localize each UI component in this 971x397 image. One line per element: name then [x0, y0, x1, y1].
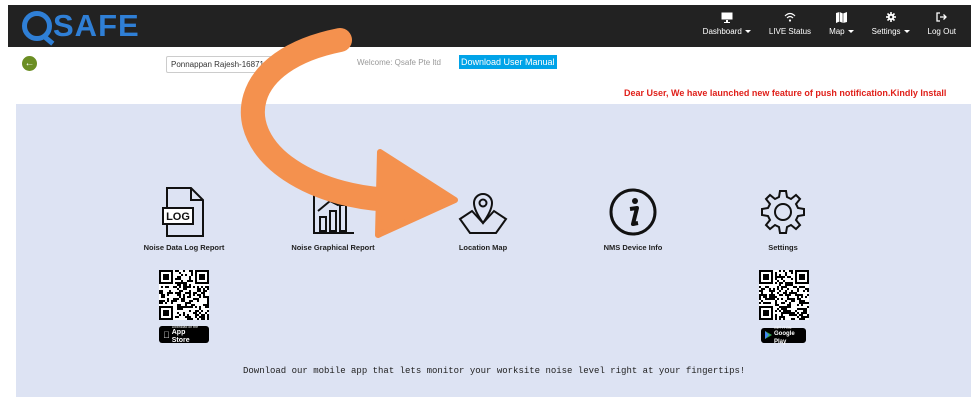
tile-noise-data-log-report[interactable]: LOG Noise Data Log Report — [114, 186, 254, 252]
bar-chart-icon — [263, 186, 403, 238]
ios-app-qr-code — [159, 270, 209, 320]
nav-live-status-label: LIVE Status — [768, 27, 812, 36]
download-manual-button[interactable]: Download User Manual — [459, 55, 557, 69]
arrow-left-icon: ← — [24, 58, 35, 69]
svg-text:LOG: LOG — [166, 211, 190, 223]
nav-logout-label: Log Out — [927, 27, 956, 36]
apple-icon:  — [163, 330, 170, 340]
chevron-down-icon — [744, 30, 751, 34]
app-store-badge-main: App Store — [165, 329, 199, 344]
nav-dashboard-label: Dashboard — [702, 27, 742, 36]
gear-icon — [885, 10, 896, 24]
gear-icon — [713, 186, 853, 238]
log-file-icon: LOG — [114, 186, 254, 238]
chevron-down-icon — [847, 30, 854, 34]
download-app-text: Download our mobile app that lets monito… — [243, 366, 746, 376]
nav-settings[interactable]: Settings — [863, 8, 919, 36]
logo-text: SAFE — [53, 8, 140, 43]
map-icon — [835, 10, 847, 24]
tile-settings[interactable]: Settings — [713, 186, 853, 252]
logo-q-mark — [22, 11, 52, 41]
nav-menu: Dashboard LIVE Status Map Settings Log O… — [694, 8, 965, 44]
user-select-value: Ponnappan Rajesh-16871 — [171, 60, 264, 69]
push-notification-marquee: Dear User, We have launched new feature … — [624, 88, 947, 98]
nav-settings-label: Settings — [871, 27, 901, 36]
nav-dashboard[interactable]: Dashboard — [694, 8, 760, 36]
google-play-icon — [765, 330, 772, 341]
google-play-badge-top: GET IT ON — [774, 325, 792, 330]
welcome-text: Welcome: Qsafe Pte ltd — [357, 58, 441, 67]
back-button[interactable]: ← — [22, 56, 37, 71]
monitor-icon — [721, 10, 733, 24]
tile-label: Location Map — [458, 243, 508, 252]
top-navbar: SAFE Dashboard LIVE Status Map Settings — [8, 5, 971, 47]
nav-map-label: Map — [829, 27, 845, 36]
logout-icon — [936, 10, 948, 24]
qsafe-logo[interactable]: SAFE — [22, 8, 140, 44]
tile-label: Settings — [768, 243, 798, 252]
nav-map[interactable]: Map — [820, 8, 863, 36]
tile-location-map[interactable]: Location Map — [413, 186, 553, 252]
user-select[interactable]: Ponnappan Rajesh-16871 — [166, 56, 272, 73]
tile-noise-graphical-report[interactable]: Noise Graphical Report — [263, 186, 403, 252]
map-pin-icon — [413, 186, 553, 238]
chevron-down-icon — [261, 64, 267, 67]
info-icon — [563, 186, 703, 238]
wifi-icon — [784, 10, 796, 24]
google-play-badge-main: Google Play — [774, 330, 795, 345]
nav-logout[interactable]: Log Out — [919, 8, 965, 36]
google-play-badge[interactable]: GET IT ON Google Play — [761, 325, 806, 345]
tile-nms-device-info[interactable]: NMS Device Info — [563, 186, 703, 252]
nav-live-status[interactable]: LIVE Status — [760, 8, 820, 36]
tile-label: Noise Data Log Report — [143, 243, 225, 252]
tile-label: Noise Graphical Report — [291, 243, 375, 252]
android-app-qr-code — [759, 270, 809, 320]
app-store-badge[interactable]:  Download on the App Store — [159, 325, 209, 344]
chevron-down-icon — [903, 30, 910, 34]
tile-label: NMS Device Info — [603, 243, 663, 252]
